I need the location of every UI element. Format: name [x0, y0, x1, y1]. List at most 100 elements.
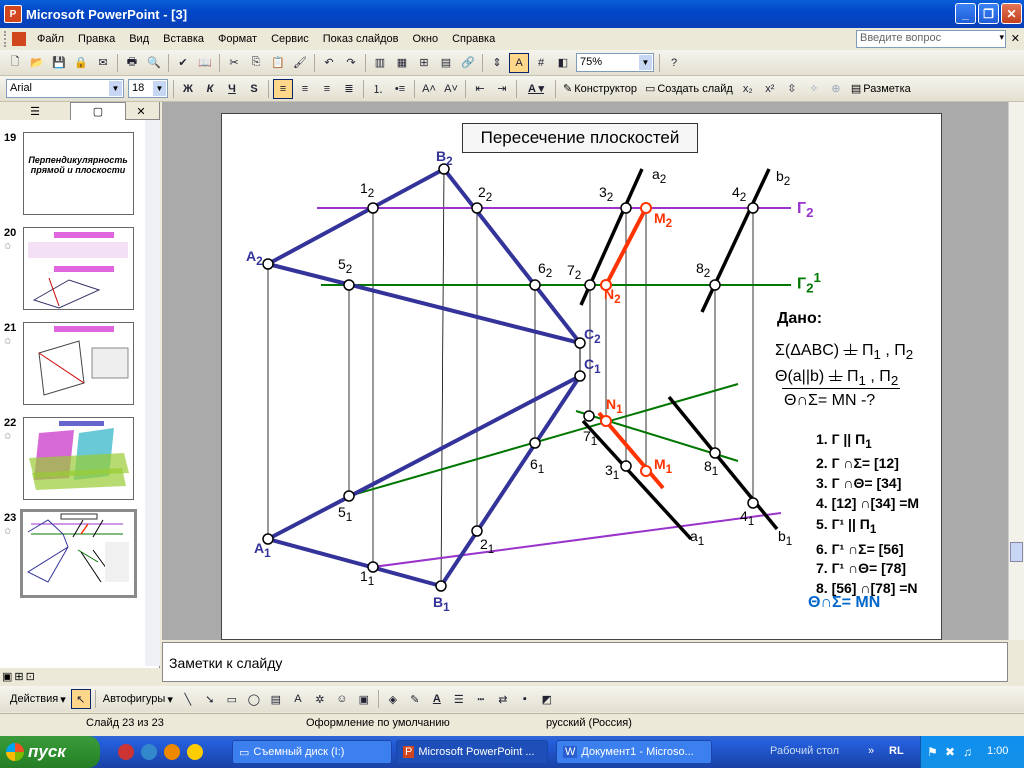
- thumbnail-19[interactable]: 19 Перпендикулярность прямой и плоскости: [0, 132, 145, 217]
- tab-outline[interactable]: ☰: [0, 102, 70, 120]
- select-pointer-icon[interactable]: ↖: [70, 689, 91, 709]
- menu-grip[interactable]: [4, 31, 8, 47]
- task-word[interactable]: W Документ1 - Microso...: [556, 740, 712, 764]
- copy-icon[interactable]: ⎘: [246, 53, 266, 73]
- menu-help[interactable]: Справка: [445, 31, 502, 47]
- chart-icon[interactable]: ▥: [370, 53, 390, 73]
- textbox-icon[interactable]: ▤: [266, 689, 286, 709]
- close-button[interactable]: ✕: [1001, 3, 1022, 24]
- menu-edit[interactable]: Правка: [71, 31, 122, 47]
- format-painter-icon[interactable]: 🖌: [290, 53, 310, 73]
- line-icon[interactable]: ╲: [178, 689, 198, 709]
- bullets-icon[interactable]: •≡: [390, 79, 410, 99]
- underline-button[interactable]: Ч: [222, 79, 242, 99]
- bold-button[interactable]: Ж: [178, 79, 198, 99]
- doc-close-icon[interactable]: ✕: [1011, 32, 1020, 45]
- numbering-icon[interactable]: ⒈: [368, 79, 388, 99]
- slide-title[interactable]: Пересечение плоскостей: [462, 123, 698, 153]
- line-style-icon[interactable]: ☰: [449, 689, 469, 709]
- align-right-icon[interactable]: ≡: [317, 79, 337, 99]
- scroll-thumb[interactable]: [1010, 542, 1023, 562]
- task-powerpoint[interactable]: P Microsoft PowerPoint ...: [396, 740, 548, 764]
- menu-tools[interactable]: Сервис: [264, 31, 316, 47]
- dash-style-icon[interactable]: ┅: [471, 689, 491, 709]
- grid-icon[interactable]: #: [531, 53, 551, 73]
- fill-color-icon[interactable]: ◈: [383, 689, 403, 709]
- permission-icon[interactable]: 🔒: [71, 53, 91, 73]
- summary-icon[interactable]: ⊕: [826, 79, 846, 99]
- minimize-button[interactable]: _: [955, 3, 976, 24]
- tab-slides[interactable]: ▢: [70, 102, 126, 120]
- notes-pane[interactable]: Заметки к слайду: [162, 642, 1008, 682]
- menu-view[interactable]: Вид: [122, 31, 156, 47]
- shadow-style-icon[interactable]: ▪: [515, 689, 535, 709]
- wordart-icon[interactable]: A: [288, 689, 308, 709]
- media-icon[interactable]: [187, 744, 203, 760]
- paste-icon[interactable]: 📋: [268, 53, 288, 73]
- layout-button[interactable]: ▤ Разметка: [847, 82, 915, 96]
- clipart-icon[interactable]: ☺: [332, 689, 352, 709]
- pane-close-button[interactable]: ✕: [126, 102, 156, 120]
- menu-slideshow[interactable]: Показ слайдов: [316, 31, 406, 47]
- font-color-icon[interactable]: A ▾: [521, 79, 551, 99]
- picture-icon[interactable]: ▣: [354, 689, 374, 709]
- research-icon[interactable]: 📖: [195, 53, 215, 73]
- arrow-icon[interactable]: ➘: [200, 689, 220, 709]
- new-icon[interactable]: 🗋: [5, 53, 25, 73]
- firefox-icon[interactable]: [164, 744, 180, 760]
- help-dropdown-icon[interactable]: ▾: [999, 32, 1004, 43]
- new-slide-icon[interactable]: ▤: [436, 53, 456, 73]
- help-search-input[interactable]: Введите вопрос: [856, 30, 1006, 48]
- redo-icon[interactable]: ↷: [341, 53, 361, 73]
- font-color-icon-draw[interactable]: A: [427, 689, 447, 709]
- align-left-icon[interactable]: ≡: [273, 78, 293, 99]
- desktop-toolbar[interactable]: Рабочий стол: [770, 745, 839, 757]
- designer-button[interactable]: ✎ Конструктор: [559, 82, 641, 96]
- toolbar-expand-icon[interactable]: »: [868, 745, 874, 757]
- undo-icon[interactable]: ↶: [319, 53, 339, 73]
- spelling-icon[interactable]: ✔: [173, 53, 193, 73]
- thumbnail-21[interactable]: 21 ✩: [0, 322, 145, 407]
- email-icon[interactable]: ✉: [93, 53, 113, 73]
- print-icon[interactable]: 🖶: [122, 53, 142, 73]
- autoshapes-menu[interactable]: Автофигуры ▾: [99, 693, 177, 706]
- thumbnail-20[interactable]: 20 ✩: [0, 227, 145, 312]
- 3d-style-icon[interactable]: ◩: [537, 689, 557, 709]
- subscript-icon[interactable]: x₂: [738, 79, 758, 99]
- new-slide-button[interactable]: ▭ Создать слайд: [641, 82, 737, 96]
- rectangle-icon[interactable]: ▭: [222, 689, 242, 709]
- decrease-indent-icon[interactable]: ⇤: [470, 79, 490, 99]
- shrink-font-icon[interactable]: A˅: [441, 79, 461, 99]
- doc-icon[interactable]: [12, 32, 26, 46]
- actions-menu[interactable]: Действия ▾: [6, 693, 70, 706]
- align-center-icon[interactable]: ≡: [295, 79, 315, 99]
- grow-font-icon[interactable]: A˄: [419, 79, 439, 99]
- oval-icon[interactable]: ◯: [244, 689, 264, 709]
- italic-button[interactable]: К: [200, 79, 220, 99]
- preview-icon[interactable]: 🔍: [144, 53, 164, 73]
- cut-icon[interactable]: ✂: [224, 53, 244, 73]
- slideshow-view-icon[interactable]: ⊡: [26, 670, 35, 683]
- tables-borders-icon[interactable]: ⊞: [414, 53, 434, 73]
- font-size-select[interactable]: 18 ▼: [128, 79, 168, 98]
- restore-button[interactable]: ❐: [978, 3, 999, 24]
- zoom-select[interactable]: 75% ▼: [576, 53, 654, 72]
- menu-insert[interactable]: Вставка: [156, 31, 211, 47]
- table-icon[interactable]: ▦: [392, 53, 412, 73]
- open-icon[interactable]: 📂: [27, 53, 47, 73]
- tray-safe-remove-icon[interactable]: ✖: [945, 745, 955, 759]
- menu-format[interactable]: Формат: [211, 31, 264, 47]
- line-color-icon[interactable]: ✎: [405, 689, 425, 709]
- menu-window[interactable]: Окно: [406, 31, 446, 47]
- superscript-icon[interactable]: x²: [760, 79, 780, 99]
- start-button[interactable]: пуск: [0, 736, 100, 768]
- expand-all-icon[interactable]: ⇕: [487, 53, 507, 73]
- sorter-view-icon[interactable]: ⊞: [14, 670, 23, 683]
- move-up-down-icon[interactable]: ⇳: [782, 79, 802, 99]
- language-indicator[interactable]: RL: [889, 745, 904, 757]
- color-grayscale-icon[interactable]: ◧: [553, 53, 573, 73]
- help-icon[interactable]: ?: [664, 53, 684, 73]
- thumbnail-22[interactable]: 22 ✩: [0, 417, 145, 502]
- powerpoint-app-icon[interactable]: P: [4, 5, 22, 23]
- arrow-style-icon[interactable]: ⇄: [493, 689, 513, 709]
